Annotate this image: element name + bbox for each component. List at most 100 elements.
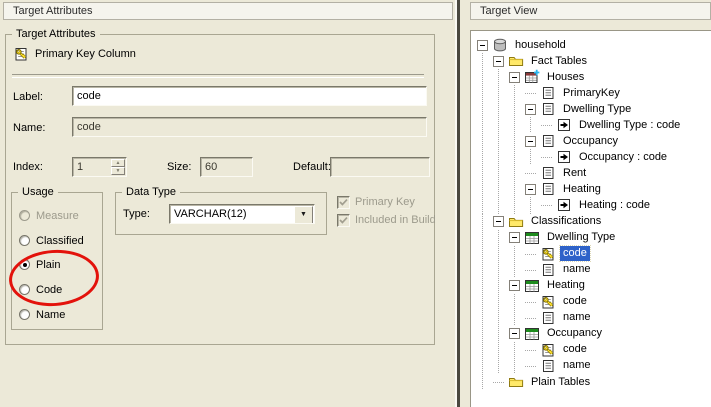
tree-item-label[interactable]: Dwelling Type — [560, 102, 634, 117]
tree-item-name[interactable]: name — [471, 310, 711, 326]
tree-item-houses[interactable]: Houses — [471, 69, 711, 85]
tree-item-label[interactable]: code — [560, 294, 590, 309]
size-input: 60 — [200, 157, 253, 177]
tree-indent-guide — [525, 117, 541, 133]
tree-indent-guide — [493, 165, 509, 181]
collapse-minus-icon[interactable] — [493, 56, 504, 67]
tree-indent-guide — [477, 181, 493, 197]
pane-title: Target Attributes — [13, 5, 93, 17]
tree-item-label[interactable]: code — [560, 246, 590, 261]
doc-icon — [540, 262, 556, 278]
tree-item-label[interactable]: Heating — [544, 278, 588, 293]
database-icon — [492, 37, 508, 53]
tree-item-label[interactable]: Occupancy — [544, 326, 605, 341]
tree-item-label[interactable]: Dwelling Type — [544, 230, 618, 245]
tree-indent-guide — [493, 117, 509, 133]
radio-icon[interactable] — [19, 309, 30, 320]
tree-item-code[interactable]: code — [471, 246, 711, 262]
usage-radio-name[interactable]: Name — [19, 308, 65, 321]
tree-item-label[interactable]: Occupancy — [560, 134, 621, 149]
tree-item-dwelling-type-code[interactable]: Dwelling Type : code — [471, 117, 711, 133]
tree-item-label[interactable]: Rent — [560, 166, 589, 181]
tree-item-label[interactable]: Plain Tables — [528, 375, 593, 390]
tree-indent-guide — [509, 294, 525, 310]
tree-item-label[interactable]: name — [560, 358, 594, 373]
tree-item-heating[interactable]: Heating — [471, 181, 711, 197]
tree-item-name[interactable]: name — [471, 262, 711, 278]
tree-item-code[interactable]: code — [471, 342, 711, 358]
tree-item-occupancy[interactable]: Occupancy — [471, 133, 711, 149]
tree-item-label[interactable]: name — [560, 310, 594, 325]
radio-label: Measure — [36, 210, 79, 222]
radio-icon[interactable] — [19, 235, 30, 246]
target-attributes-pane: Target Attributes Target Attributes Prim… — [0, 0, 463, 407]
tree-indent-guide — [493, 246, 509, 262]
tree-item-label[interactable]: Houses — [544, 70, 587, 85]
tree-item-label[interactable]: PrimaryKey — [560, 86, 623, 101]
collapse-minus-icon[interactable] — [509, 232, 520, 243]
classification-table-icon — [524, 278, 540, 294]
usage-radio-classified[interactable]: Classified — [19, 234, 84, 247]
tree-item-fact-tables[interactable]: Fact Tables — [471, 53, 711, 69]
tree-indent-guide — [477, 85, 493, 101]
tree-item-heating[interactable]: Heating — [471, 278, 711, 294]
tree-item-label[interactable]: Heating : code — [576, 198, 653, 213]
tree-item-label[interactable]: Occupancy : code — [576, 150, 670, 165]
tree-item-dwelling-type[interactable]: Dwelling Type — [471, 230, 711, 246]
tree-indent-guide — [509, 310, 525, 326]
tree-item-dwelling-type[interactable]: Dwelling Type — [471, 101, 711, 117]
data-type-groupbox-title: Data Type — [122, 186, 180, 199]
collapse-minus-icon[interactable] — [525, 104, 536, 115]
tree-indent-guide — [509, 342, 525, 358]
collapse-minus-icon[interactable] — [509, 72, 520, 83]
tree-item-name[interactable]: name — [471, 358, 711, 374]
tree-connector — [541, 117, 552, 133]
label-field-label: Label: — [13, 87, 43, 107]
tree-item-occupancy[interactable]: Occupancy — [471, 326, 711, 342]
chevron-down-icon[interactable]: ▼ — [294, 206, 313, 224]
tree-item-primarykey[interactable]: PrimaryKey — [471, 85, 711, 101]
tree-indent-guide — [493, 310, 509, 326]
doc-icon — [540, 165, 556, 181]
doc-icon — [540, 101, 556, 117]
target-view-tree[interactable]: householdFact TablesHousesPrimaryKeyDwel… — [470, 30, 711, 407]
tree-item-label[interactable]: Dwelling Type : code — [576, 118, 683, 133]
default-input — [330, 157, 430, 177]
tree-item-rent[interactable]: Rent — [471, 165, 711, 181]
tree-item-label[interactable]: Fact Tables — [528, 54, 590, 69]
collapse-minus-icon[interactable] — [493, 216, 504, 227]
label-input[interactable]: code — [72, 86, 427, 106]
check-icon — [339, 198, 348, 207]
fact-table-icon — [524, 69, 540, 85]
checkbox-label: Primary Key — [355, 196, 415, 209]
tree-item-household[interactable]: household — [471, 37, 711, 53]
collapse-minus-icon[interactable] — [525, 136, 536, 147]
arrow-icon — [556, 197, 572, 213]
tree-item-label[interactable]: Classifications — [528, 214, 604, 229]
tree-item-heating-code[interactable]: Heating : code — [471, 197, 711, 213]
tree-item-label[interactable]: name — [560, 262, 594, 277]
collapse-minus-icon[interactable] — [509, 328, 520, 339]
pane-splitter[interactable] — [457, 0, 460, 407]
tree-indent-guide — [509, 181, 525, 197]
tree-item-plain-tables[interactable]: Plain Tables — [471, 374, 711, 390]
tree-item-label[interactable]: household — [512, 38, 569, 53]
tree-connector — [525, 165, 536, 181]
target-view-pane-header: Target View — [470, 2, 711, 20]
collapse-minus-icon[interactable] — [509, 280, 520, 291]
tree-item-label[interactable]: Heating — [560, 182, 604, 197]
spin-up-icon: ▲ — [111, 159, 125, 167]
tree-item-occupancy-code[interactable]: Occupancy : code — [471, 149, 711, 165]
tree-indent-guide — [493, 133, 509, 149]
tree-item-classifications[interactable]: Classifications — [471, 214, 711, 230]
tree-indent-guide — [493, 358, 509, 374]
collapse-minus-icon[interactable] — [477, 40, 488, 51]
tree-indent-guide — [509, 101, 525, 117]
data-type-select[interactable]: VARCHAR(12) ▼ — [169, 204, 315, 224]
tree-indent-guide — [509, 85, 525, 101]
tree-item-label[interactable]: code — [560, 342, 590, 357]
tree-item-code[interactable]: code — [471, 294, 711, 310]
tree-connector — [525, 342, 536, 358]
tree-connector — [525, 262, 536, 278]
collapse-minus-icon[interactable] — [525, 184, 536, 195]
